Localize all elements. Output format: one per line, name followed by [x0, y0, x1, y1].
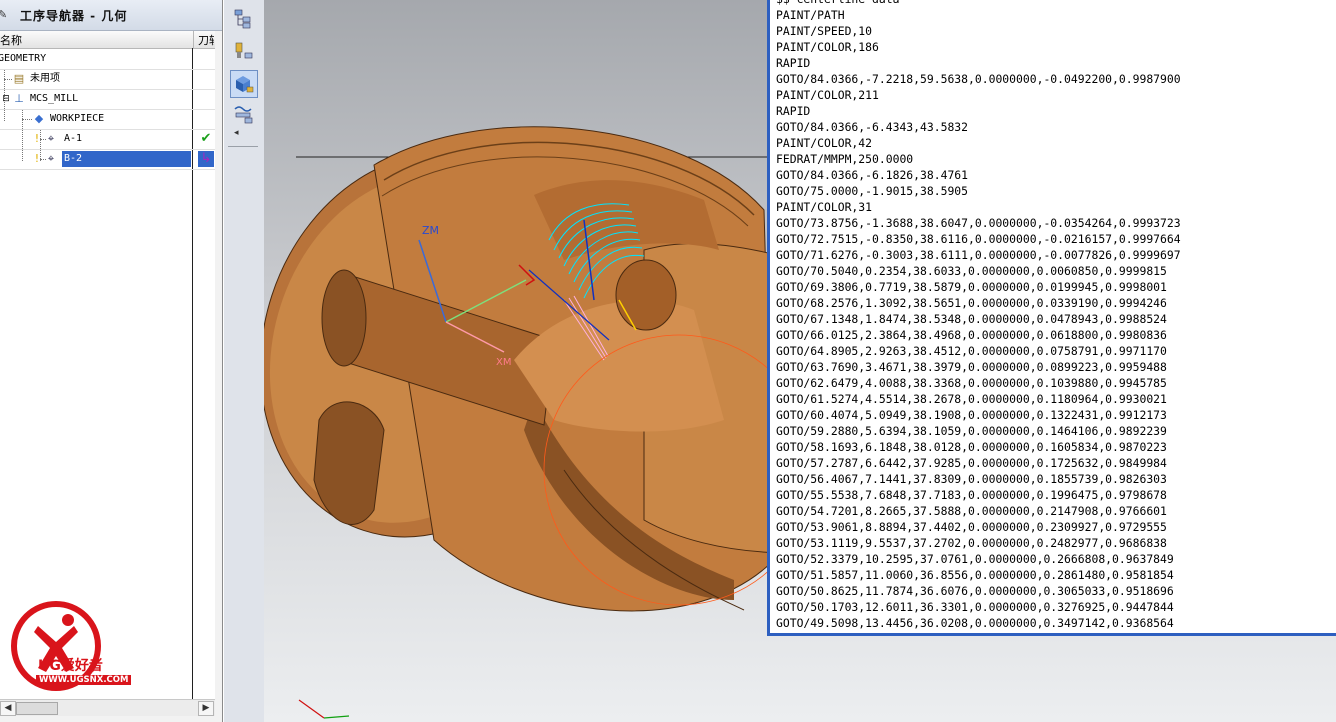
- cls-line: GOTO/64.8905,2.9263,38.4512,0.0000000,0.…: [776, 344, 1167, 358]
- unused-items-icon: ▤: [13, 72, 25, 85]
- cls-line: GOTO/60.4074,5.0949,38.1908,0.0000000,0.…: [776, 408, 1167, 422]
- cls-line: GOTO/50.1703,12.6011,36.3301,0.0000000,0…: [776, 600, 1174, 614]
- cls-line: PAINT/PATH: [776, 8, 845, 22]
- tree-label: WORKPIECE: [50, 113, 105, 124]
- cls-line: PAINT/COLOR,42: [776, 136, 873, 150]
- geometry-view-icon: [236, 76, 254, 93]
- cls-line: GOTO/49.5098,13.4456,36.0208,0.0000000,0…: [776, 616, 1174, 630]
- column-header-name[interactable]: 名称: [0, 32, 22, 48]
- cls-line: GOTO/50.8625,11.7874,36.6076,0.0000000,0…: [776, 584, 1174, 598]
- cls-line: GOTO/66.0125,2.3864,38.4968,0.0000000,0.…: [776, 328, 1167, 342]
- tree-row-b2[interactable]: ! ⌖ B-2 ↳: [0, 149, 215, 170]
- cls-line: PAINT/SPEED,10: [776, 24, 873, 38]
- geometry-view-button[interactable]: [230, 70, 258, 98]
- machine-tool-icon: [235, 42, 253, 59]
- watermark-brand-text: UG爱好者: [38, 658, 103, 674]
- cls-line: GOTO/70.5040,0.2354,38.6033,0.0000000,0.…: [776, 264, 1167, 278]
- program-order-view-button[interactable]: [230, 4, 258, 32]
- cls-line: FEDRAT/MMPM,250.0000: [776, 152, 914, 166]
- toolbar-separator: [228, 146, 258, 147]
- part-slot-end: [321, 269, 367, 367]
- cls-line: GOTO/55.5538,7.6848,37.7183,0.0000000,0.…: [776, 488, 1167, 502]
- cls-line: GOTO/58.1693,6.1848,38.0128,0.0000000,0.…: [776, 440, 1167, 454]
- tree-row-workpiece[interactable]: ◆ WORKPIECE: [0, 109, 215, 130]
- cls-output-window[interactable]: $$ centerline dataPAINT/PATH PAINT/SPEED,…: [767, 0, 1336, 636]
- cls-line: GOTO/68.2576,1.3092,38.5651,0.0000000,0.…: [776, 296, 1167, 310]
- tree-label: MCS_MILL: [30, 93, 79, 104]
- cls-line: GOTO/54.7201,8.2665,37.5888,0.0000000,0.…: [776, 504, 1167, 518]
- cls-line: GOTO/73.8756,-1.3688,38.6047,0.0000000,-…: [776, 216, 1181, 230]
- workpiece-cube-icon: ◆: [34, 112, 44, 125]
- cls-line: PAINT/COLOR,31: [776, 200, 873, 214]
- cls-line: GOTO/84.0366,-6.1826,38.4761: [776, 168, 969, 182]
- cls-line: GOTO/61.5274,4.5514,38.2678,0.0000000,0.…: [776, 392, 1167, 406]
- cls-line: GOTO/84.0366,-7.2218,59.5638,0.0000000,-…: [776, 72, 1181, 86]
- cls-text-content[interactable]: $$ centerline dataPAINT/PATH PAINT/SPEED,…: [776, 0, 1181, 631]
- machining-method-view-button[interactable]: [230, 100, 258, 128]
- cls-line: GOTO/72.7515,-0.8350,38.6116,0.0000000,-…: [776, 232, 1181, 246]
- cls-line: GOTO/53.9061,8.8894,37.4402,0.0000000,0.…: [776, 520, 1167, 534]
- cls-line: RAPID: [776, 104, 811, 118]
- regenerate-arrow-icon: ↳: [198, 151, 214, 167]
- mcs-x-label: XM: [496, 357, 511, 368]
- cls-line: GOTO/69.3806,0.7719,38.5879,0.0000000,0.…: [776, 280, 1167, 294]
- program-order-icon: [234, 9, 251, 29]
- tree-label: B-2: [62, 151, 191, 167]
- cls-line: PAINT/COLOR,211: [776, 88, 879, 102]
- operation-icon: ⌖: [47, 132, 55, 145]
- operation-warning-icon: !: [34, 132, 40, 145]
- operation-icon: ⌖: [47, 152, 55, 165]
- ugsnx-watermark-logo: UG爱好者 WWW.UGSNX.COM: [8, 598, 134, 694]
- navigator-pin-icon[interactable]: ✎: [0, 8, 7, 21]
- cls-line: GOTO/67.1348,1.8474,38.5348,0.0000000,0.…: [776, 312, 1167, 326]
- tree-row-a1[interactable]: ! ⌖ A-1 ✔: [0, 129, 215, 150]
- column-separator[interactable]: [193, 31, 194, 48]
- cls-line: GOTO/84.0366,-6.4343,43.5832: [776, 120, 969, 134]
- watermark-url-text: WWW.UGSNX.COM: [36, 675, 132, 685]
- cls-line: GOTO/51.5857,11.0060,36.8556,0.0000000,0…: [776, 568, 1174, 582]
- toolbar-expand-arrow-icon[interactable]: ◂: [234, 128, 239, 138]
- tree-row-mcs-mill[interactable]: ⊟ ⊥ MCS_MILL: [0, 89, 215, 110]
- scrollbar-thumb[interactable]: [16, 702, 58, 715]
- cls-line: GOTO/75.0000,-1.9015,38.5905: [776, 184, 969, 198]
- scroll-right-arrow-icon[interactable]: ▶: [198, 701, 214, 716]
- wcs-x-axis: [298, 699, 325, 719]
- cls-line: GOTO/59.2880,5.6394,38.1059,0.0000000,0.…: [776, 424, 1167, 438]
- tree-row-geometry[interactable]: GEOMETRY: [0, 49, 215, 70]
- cls-line: $$ centerline data: [776, 0, 1181, 7]
- mcs-coordinate-icon: ⊥: [14, 92, 24, 105]
- cls-line: RAPID: [776, 56, 811, 70]
- tree-label: 未用项: [30, 73, 60, 84]
- tree-label: GEOMETRY: [0, 53, 47, 64]
- complete-checkmark-icon: ✔: [200, 131, 212, 146]
- machining-method-icon: [234, 106, 253, 124]
- machine-tool-view-button[interactable]: [230, 38, 258, 66]
- cls-line: GOTO/53.1119,9.5537,37.2702,0.0000000,0.…: [776, 536, 1167, 550]
- operation-warning-icon: !: [34, 152, 40, 165]
- cls-line: GOTO/71.6276,-0.3003,38.6111,0.0000000,-…: [776, 248, 1181, 262]
- cls-line: PAINT/COLOR,186: [776, 40, 879, 54]
- part-hole: [313, 401, 385, 525]
- cls-line: GOTO/57.2787,6.6442,37.9285,0.0000000,0.…: [776, 456, 1167, 470]
- navigator-horizontal-scrollbar[interactable]: ◀ ▶: [0, 699, 215, 716]
- tree-row-unused[interactable]: ▤ 未用项: [0, 69, 215, 90]
- mcs-z-label: ZM: [422, 224, 439, 237]
- cls-line: GOTO/56.4067,7.1441,37.8309,0.0000000,0.…: [776, 472, 1167, 486]
- cls-line: GOTO/62.6479,4.0088,38.3368,0.0000000,0.…: [776, 376, 1167, 390]
- navigator-title: 工序导航器 - 几何: [20, 9, 128, 23]
- resource-bar-toolbar: ◂: [223, 0, 265, 722]
- column-header-toolpath[interactable]: 刀轨: [198, 32, 214, 48]
- wcs-y-axis: [323, 715, 350, 719]
- scroll-left-arrow-icon[interactable]: ◀: [0, 701, 16, 716]
- navigator-title-bar: ✎ 工序导航器 - 几何: [0, 0, 222, 31]
- grid-header: 名称 刀轨: [0, 31, 215, 49]
- cls-line: GOTO/63.7690,3.4671,38.3979,0.0000000,0.…: [776, 360, 1167, 374]
- part-bore: [615, 259, 677, 331]
- cls-line: GOTO/52.3379,10.2595,37.0761,0.0000000,0…: [776, 552, 1174, 566]
- tree-label: A-1: [64, 133, 83, 144]
